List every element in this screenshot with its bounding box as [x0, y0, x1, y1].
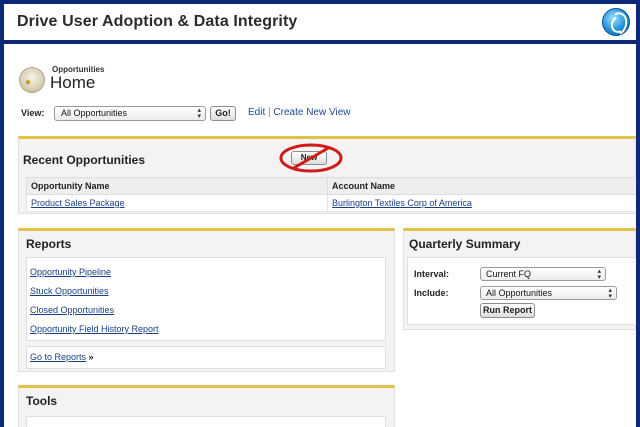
select-arrows-icon: ▴ ▾ — [597, 268, 601, 281]
account-name-link[interactable]: Burlington Textiles Corp of America — [332, 198, 472, 208]
go-to-reports-box: Go to Reports » — [26, 346, 386, 369]
go-to-reports-link[interactable]: Go to Reports — [30, 352, 86, 362]
table-row: Product Sales Package Burlington Textile… — [26, 194, 636, 212]
report-link[interactable]: Opportunity Field History Report — [30, 324, 159, 334]
tools-list — [26, 416, 386, 427]
include-select-value: All Opportunities — [486, 288, 553, 298]
table-cell: Product Sales Package — [26, 194, 328, 212]
create-new-view-link[interactable]: Create New View — [273, 107, 350, 118]
report-link[interactable]: Closed Opportunities — [30, 305, 114, 315]
double-arrow-icon: » — [88, 352, 94, 362]
table-header-row: Opportunity Name Account Name — [26, 177, 636, 195]
view-select-value: All Opportunities — [61, 108, 128, 118]
reports-list: Opportunity Pipeline Stuck Opportunities… — [26, 257, 386, 341]
quarterly-summary-form: Interval: Current FQ ▴ ▾ Include: All Opp… — [407, 257, 636, 325]
recent-opportunities-panel: Recent Opportunities New Opportunity Nam… — [18, 136, 636, 214]
include-select[interactable]: All Opportunities ▴ ▾ — [480, 286, 617, 300]
top-banner: Drive User Adoption & Data Integrity — [4, 4, 636, 40]
page-title: Home — [50, 73, 96, 92]
interval-select-value: Current FQ — [486, 269, 532, 279]
table-cell: Burlington Textiles Corp of America — [327, 194, 636, 212]
report-link[interactable]: Stuck Opportunities — [30, 286, 109, 296]
view-label: View: — [21, 108, 45, 118]
include-label: Include: — [414, 288, 449, 298]
select-arrows-icon: ▴ ▾ — [608, 287, 612, 300]
opportunities-home-page: ● Opportunities Home View: All Opportuni… — [4, 44, 636, 427]
interval-label: Interval: — [414, 269, 450, 279]
column-header: Opportunity Name — [26, 177, 328, 195]
view-select[interactable]: All Opportunities ▴ ▾ — [54, 106, 206, 121]
reports-panel: Reports Opportunity Pipeline Stuck Oppor… — [18, 228, 395, 372]
opportunity-coins-icon: ● — [19, 67, 45, 93]
opportunity-name-link[interactable]: Product Sales Package — [31, 198, 125, 208]
recent-opportunities-table: Opportunity Name Account Name Product Sa… — [26, 177, 636, 212]
globe-logo-icon — [602, 8, 630, 36]
tools-title: Tools — [26, 394, 58, 408]
report-link[interactable]: Opportunity Pipeline — [30, 267, 111, 277]
tools-panel: Tools — [18, 385, 395, 427]
banner-title: Drive User Adoption & Data Integrity — [17, 13, 298, 30]
select-arrows-icon: ▴ ▾ — [197, 107, 201, 120]
edit-view-link[interactable]: Edit — [248, 107, 265, 118]
prohibited-sign-icon — [279, 143, 343, 173]
recent-opportunities-title: Recent Opportunities — [23, 153, 146, 167]
go-button[interactable]: Go! — [210, 106, 236, 121]
link-separator: | — [268, 107, 271, 118]
quarterly-summary-title: Quarterly Summary — [409, 237, 521, 251]
view-links: Edit | Create New View — [248, 107, 350, 118]
reports-title: Reports — [26, 237, 72, 251]
run-report-button[interactable]: Run Report — [480, 303, 535, 318]
quarterly-summary-panel: Quarterly Summary Interval: Current FQ ▴… — [403, 228, 636, 330]
interval-select[interactable]: Current FQ ▴ ▾ — [480, 267, 606, 281]
column-header: Account Name — [327, 177, 636, 195]
